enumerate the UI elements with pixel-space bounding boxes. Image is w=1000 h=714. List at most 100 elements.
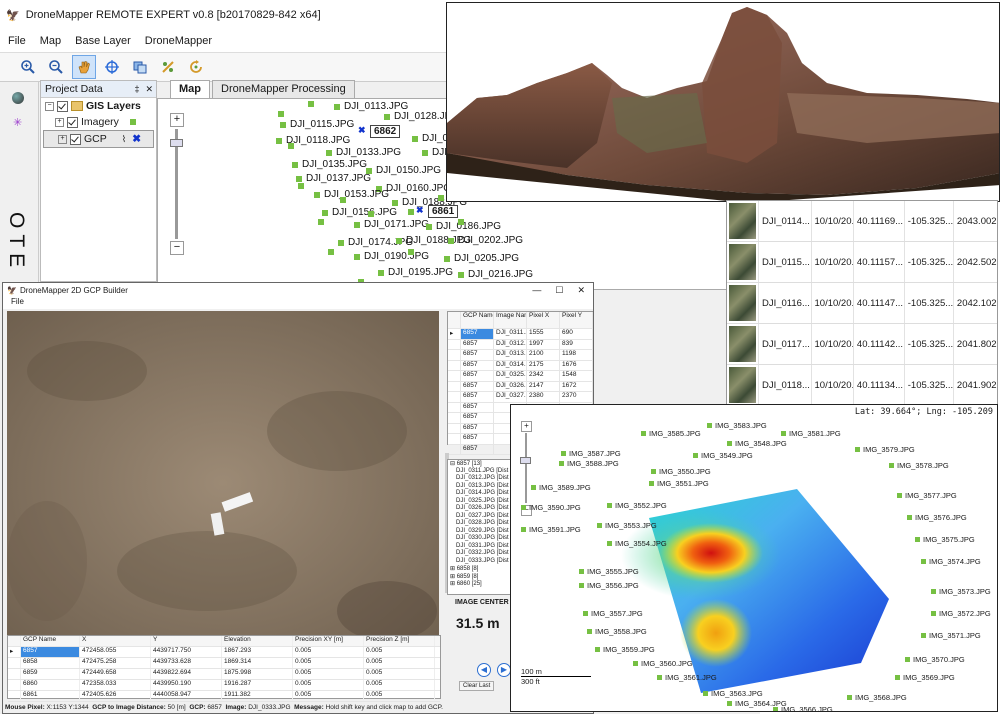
tree-root-6857[interactable]: ⊟ 6857 [13] <box>448 460 514 468</box>
elevation-image-marker[interactable]: IMG_3581.JPG <box>781 429 841 438</box>
expand-icon[interactable]: + <box>58 134 67 144</box>
map-image-marker[interactable]: DJI_0137.JPG <box>296 173 371 184</box>
elevation-image-marker[interactable]: IMG_3571.JPG <box>921 631 981 640</box>
tree-item[interactable]: DJI_0328.JPG [Dist <box>448 520 514 528</box>
imagery-checkbox[interactable] <box>67 116 78 128</box>
elevation-image-marker[interactable]: IMG_3552.JPG <box>607 501 667 510</box>
tree-item[interactable]: DJI_0325.JPG [Dist <box>448 498 514 506</box>
tree-gis-layers[interactable]: − GIS Layers <box>41 98 156 114</box>
previous-image-button[interactable]: ◀ <box>477 663 491 677</box>
elevation-image-marker[interactable]: IMG_3579.JPG <box>855 445 915 454</box>
elevation-image-marker[interactable]: IMG_3560.JPG <box>633 659 693 668</box>
gcp-aerial-photo[interactable] <box>7 311 439 655</box>
tree-item[interactable]: DJI_0326.JPG [Dist <box>448 505 514 513</box>
tree-node-6859[interactable]: ⊞ 6859 [8] <box>448 573 514 581</box>
collapse-icon[interactable]: − <box>45 101 54 111</box>
pan-button[interactable] <box>72 55 96 79</box>
map-image-marker[interactable]: DJI_0115.JPG <box>280 119 354 130</box>
map-image-marker[interactable]: DJI_0202.JPG <box>448 235 523 246</box>
tree-item[interactable]: DJI_0314.JPG [Dist <box>448 490 514 498</box>
gis-layers-checkbox[interactable] <box>57 100 68 112</box>
elevation-image-marker[interactable]: IMG_3583.JPG <box>707 421 767 430</box>
clear-last-button[interactable]: Clear Last <box>459 681 495 691</box>
maximize-button[interactable]: ☐ <box>555 285 563 296</box>
map-image-marker[interactable]: DJI_0216.JPG <box>458 269 533 280</box>
elevation-image-marker[interactable]: IMG_3551.JPG <box>649 479 709 488</box>
table-row[interactable]: 6858 472475.258 4439733.628 1869.314 0.005 0.… <box>8 658 440 669</box>
tree-item[interactable]: DJI_0329.JPG [Dist <box>448 528 514 536</box>
tree-layer-gcp[interactable]: + GCP ⌇ ✖ <box>43 130 154 148</box>
menu-dronemapper[interactable]: DroneMapper <box>145 35 212 47</box>
elevation-image-marker[interactable]: IMG_3569.JPG <box>895 673 955 682</box>
elevation-image-marker[interactable]: IMG_3575.JPG <box>915 535 975 544</box>
map-image-marker[interactable]: DJI_0171.JPG <box>354 219 429 230</box>
tab-dronemapper-processing[interactable]: DroneMapper Processing <box>212 80 355 98</box>
table-row[interactable]: DJI_0118...10/10/20...40.11134...-105.32… <box>727 365 997 406</box>
table-row[interactable]: 6857 DJI_0313... 2100 1198 <box>448 350 593 361</box>
elevation-image-marker[interactable]: IMG_3570.JPG <box>905 655 965 664</box>
map-image-marker[interactable]: DJI_0150.JPG <box>366 165 441 176</box>
map-image-marker[interactable]: DJI_0205.JPG <box>444 253 519 264</box>
elevation-image-marker[interactable]: IMG_3558.JPG <box>587 627 647 636</box>
pin-icon[interactable]: ‡ <box>134 84 139 94</box>
elevation-image-marker[interactable]: IMG_3573.JPG <box>931 587 991 596</box>
col-elevation[interactable]: Elevation <box>222 636 293 646</box>
table-row[interactable]: 6857 DJI_0314... 2175 1676 <box>448 360 593 371</box>
elevation-image-marker[interactable]: IMG_3566.JPG <box>773 705 833 711</box>
molecule-icon[interactable]: ✳ <box>13 116 22 129</box>
table-row[interactable]: ▸ 6857 DJI_0311... 1555 690 <box>448 329 593 340</box>
elevation-image-marker[interactable]: IMG_3559.JPG <box>595 645 655 654</box>
elevation-image-marker[interactable]: IMG_3577.JPG <box>897 491 957 500</box>
elevation-image-marker[interactable]: IMG_3553.JPG <box>597 521 657 530</box>
tree-item[interactable]: DJI_0333.JPG [Dist <box>448 558 514 566</box>
table-row[interactable]: 6860 472358.033 4439950.190 1916.287 0.005 0.… <box>8 680 440 691</box>
table-row[interactable]: 6857 DJI_0312... 1997 839 <box>448 339 593 350</box>
elevation-image-marker[interactable]: IMG_3587.JPG <box>561 449 621 458</box>
table-row[interactable]: 6857 DJI_0326... 2147 1672 <box>448 381 593 392</box>
map-zoom-out-button[interactable]: − <box>170 241 184 255</box>
table-row[interactable]: DJI_0115...10/10/20...40.11157...-105.32… <box>727 242 997 283</box>
tab-map[interactable]: Map <box>170 80 210 98</box>
map-image-marker[interactable]: DJI_0153.JPG <box>314 189 389 200</box>
elevation-image-marker[interactable]: IMG_3578.JPG <box>889 461 949 470</box>
table-row[interactable]: ▸ 6857 472458.055 4439717.750 1867.293 0.005 0… <box>8 647 440 658</box>
elevation-image-marker[interactable]: IMG_3568.JPG <box>847 693 907 702</box>
map-image-marker[interactable]: DJI_0133.JPG <box>326 147 401 158</box>
tree-node-6858[interactable]: ⊞ 6858 [8] <box>448 565 514 573</box>
elevation-image-marker[interactable]: IMG_3585.JPG <box>641 429 701 438</box>
map-image-marker[interactable]: DJI_0156.JPG <box>322 207 397 218</box>
menu-file[interactable]: File <box>8 35 26 47</box>
tree-item[interactable]: DJI_0312.JPG [Dist <box>448 475 514 483</box>
elevation-image-marker[interactable]: IMG_3554.JPG <box>607 539 667 548</box>
gcp-tree[interactable]: ⊟ 6857 [13] DJI_0311.JPG [Dist DJI_0312.J… <box>447 459 515 595</box>
close-button[interactable]: ✕ <box>577 285 585 296</box>
elevation-image-marker[interactable]: IMG_3574.JPG <box>921 557 981 566</box>
elevation-image-marker[interactable]: IMG_3572.JPG <box>931 609 991 618</box>
elevation-image-marker[interactable]: IMG_3563.JPG <box>703 689 763 698</box>
gcp-menu-file[interactable]: File <box>3 297 593 309</box>
elevation-image-marker[interactable]: IMG_3588.JPG <box>559 459 619 468</box>
elevation-image-marker[interactable]: IMG_3548.JPG <box>727 439 787 448</box>
table-row[interactable]: DJI_0116...10/10/20...40.11147...-105.32… <box>727 283 997 324</box>
tree-item[interactable]: DJI_0330.JPG [Dist <box>448 535 514 543</box>
close-panel-icon[interactable]: ✕ <box>145 84 153 95</box>
expand-icon[interactable]: + <box>55 117 64 127</box>
table-row[interactable]: DJI_0114...10/10/20...40.11169...-105.32… <box>727 201 997 242</box>
zoom-in-button[interactable] <box>16 55 40 79</box>
refresh-button[interactable] <box>184 55 208 79</box>
table-row[interactable]: 6859 472449.658 4439822.694 1875.998 0.005 0.… <box>8 669 440 680</box>
gcp-marker-icon[interactable]: ✖ <box>416 205 424 216</box>
col-precision-z[interactable]: Precision Z [m] <box>364 636 435 646</box>
elevation-image-marker[interactable]: IMG_3591.JPG <box>521 525 581 534</box>
elevation-image-marker[interactable]: IMG_3589.JPG <box>531 483 591 492</box>
col-gcp-name[interactable]: GCP Name <box>461 312 494 328</box>
elevation-image-marker[interactable]: IMG_3557.JPG <box>583 609 643 618</box>
col-pixel-x[interactable]: Pixel X <box>527 312 560 328</box>
table-row[interactable]: 6857 DJI_0327... 2380 2370 <box>448 392 593 403</box>
table-row[interactable]: DJI_0117...10/10/20...40.11142...-105.32… <box>727 324 997 365</box>
map-zoom-slider-thumb[interactable] <box>170 139 183 147</box>
tree-layer-imagery[interactable]: + Imagery <box>41 114 156 130</box>
col-precision-xy[interactable]: Precision XY [m] <box>293 636 364 646</box>
table-row[interactable]: 6857 DJI_0325... 2342 1548 <box>448 371 593 382</box>
next-image-button[interactable]: ▶ <box>497 663 511 677</box>
